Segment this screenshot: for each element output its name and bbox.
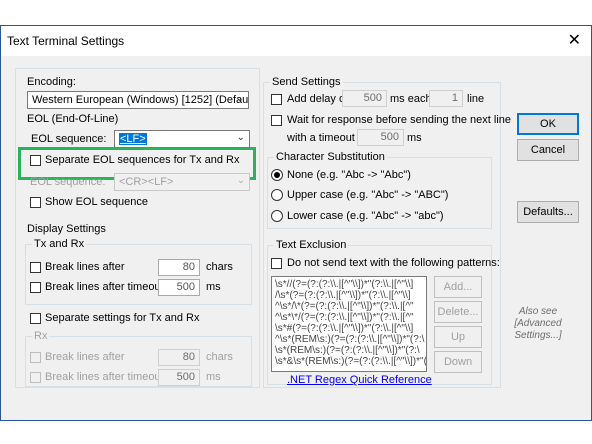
eol-sequence2-combo[interactable]: <CR><LF> ⌄	[114, 173, 250, 191]
separate-eol-checkbox[interactable]	[30, 155, 41, 166]
text-exclusion-label: Text Exclusion	[274, 239, 349, 251]
settings-dialog: Text Terminal Settings ✕ Encoding: Weste…	[0, 25, 592, 421]
show-eol-checkbox[interactable]	[30, 197, 41, 208]
eol-sequence-value: <LF>	[119, 133, 147, 145]
break-timeout-label: Break lines after timeout of	[45, 281, 176, 293]
chars-label: chars	[206, 261, 233, 273]
break-after-label: Break lines after	[45, 261, 125, 273]
show-eol-label: Show EOL sequence	[45, 196, 148, 208]
timeout-label: with a timeout of	[287, 132, 368, 144]
break-timeout-checkbox[interactable]	[30, 282, 41, 293]
cancel-button[interactable]: Cancel	[517, 139, 579, 161]
ms-label: ms	[206, 281, 221, 293]
advanced-settings-note: Also see [Advanced Settings...]	[503, 306, 573, 342]
defaults-button[interactable]: Defaults...	[517, 201, 579, 223]
txrx-label: Tx and Rx	[32, 238, 87, 250]
timeout-input[interactable]: 500	[357, 129, 404, 146]
window-title: Text Terminal Settings	[7, 34, 125, 48]
rx-break-after-input[interactable]: 80	[158, 349, 200, 366]
exclusion-checkbox[interactable]	[271, 258, 282, 269]
up-button[interactable]: Up	[434, 326, 482, 348]
title-bar: Text Terminal Settings ✕	[1, 26, 591, 56]
encoding-label: Encoding:	[27, 76, 76, 88]
encoding-combo[interactable]: Western European (Windows) [1252] (Defau…	[27, 91, 249, 109]
rx-ms-label: ms	[206, 371, 221, 383]
break-after-input[interactable]: 80	[158, 259, 200, 276]
pattern-line: ^\s*\*/(?=(?:(?:\\.|[^"\\])*"(?:\\.|[^"	[275, 312, 414, 323]
add-button[interactable]: Add...	[434, 276, 482, 298]
regex-reference-link[interactable]: .NET Regex Quick Reference	[287, 374, 432, 386]
rx-break-after-checkbox[interactable]	[30, 352, 41, 363]
close-icon[interactable]: ✕	[568, 30, 581, 50]
delay-input[interactable]: 500	[342, 90, 387, 107]
pattern-line: \s*(REM\s:)(?=(?:(?:\\.|[^"\\])*"(?:\	[275, 345, 420, 356]
delete-button[interactable]: Delete...	[434, 301, 482, 323]
pattern-line: /\s*(?=(?:(?:\\.|[^"\\])*"(?:\\.|[^"\\]	[275, 290, 411, 301]
separate-eol-label: Separate EOL sequences for Tx and Rx	[45, 154, 240, 166]
eol-sequence-label: EOL sequence:	[31, 133, 107, 145]
rx-chars-label: chars	[206, 351, 233, 363]
chevron-down-icon: ⌄	[236, 175, 245, 186]
note-line: [Advanced	[514, 318, 562, 329]
send-settings-label: Send Settings	[270, 76, 343, 88]
display-settings-label: Display Settings	[27, 223, 106, 235]
upper-radio[interactable]	[271, 189, 283, 201]
chevron-down-icon: ⌄	[235, 93, 244, 104]
pattern-line: \s*#(?=(?:(?:\\.|[^"\\])*"(?:\\.|[^"\\]	[275, 323, 414, 334]
patterns-textarea[interactable]: \s*//(?=(?:(?:\\.|[^"\\])*"(?:\\.|[^"\\]…	[271, 276, 427, 372]
chevron-down-icon: ⌄	[236, 132, 245, 143]
lower-label: Lower case (e.g. "Abc" -> "abc")	[287, 210, 444, 222]
line-label: line	[467, 93, 485, 105]
ok-button[interactable]: OK	[517, 113, 579, 135]
note-line: Also see	[518, 306, 558, 317]
timeout-ms-label: ms	[407, 132, 422, 144]
break-after-checkbox[interactable]	[30, 262, 41, 273]
separate-settings-label: Separate settings for Tx and Rx	[45, 312, 200, 324]
eol-sequence2-value: <CR><LF>	[119, 176, 174, 188]
ms-each-label: ms each	[390, 93, 432, 105]
wait-response-checkbox[interactable]	[271, 115, 282, 126]
pattern-line: ^\s*(REM\s:)(?=(?:(?:\\.|[^"\\])*"(?:\	[275, 334, 425, 345]
note-line: Settings...]	[514, 330, 562, 341]
none-radio[interactable]	[271, 169, 283, 181]
down-button[interactable]: Down	[434, 351, 482, 373]
add-delay-checkbox[interactable]	[271, 94, 282, 105]
char-subst-label: Character Substitution	[274, 151, 387, 163]
pattern-line: \s*&\s*(REM\s:)(?=(?:(?:\\.|[^"\\])*"(?	[275, 356, 427, 367]
rx-break-after-label: Break lines after	[45, 351, 125, 363]
rx-break-timeout-label: Break lines after timeout of	[45, 371, 176, 383]
eol-sequence2-label: EOL sequence:	[30, 176, 106, 188]
pattern-line: \s*//(?=(?:(?:\\.|[^"\\])*"(?:\\.|[^"\\]	[275, 279, 414, 290]
separate-settings-checkbox[interactable]	[30, 313, 41, 324]
txrx-group: Tx and Rx	[25, 238, 252, 305]
add-delay-label: Add delay of	[287, 93, 349, 105]
break-timeout-input[interactable]: 500	[158, 279, 200, 296]
upper-label: Upper case (e.g. "Abc" -> "ABC")	[287, 189, 449, 201]
rx-break-timeout-input[interactable]: 500	[158, 369, 200, 386]
lower-radio[interactable]	[271, 210, 283, 222]
none-label: None (e.g. "Abc -> "Abc")	[287, 169, 411, 181]
each-input[interactable]: 1	[429, 90, 463, 107]
encoding-value: Western European (Windows) [1252] (Defau…	[32, 94, 249, 106]
rx-break-timeout-checkbox[interactable]	[30, 372, 41, 383]
pattern-line: ^\s*/\*(?=(?:(?:\\.|[^"\\])*"(?:\\.|[^"	[275, 301, 414, 312]
wait-response-label: Wait for response before sending the nex…	[287, 114, 512, 126]
exclusion-check-label: Do not send text with the following patt…	[287, 257, 500, 269]
eol-sequence-combo[interactable]: <LF> ⌄	[114, 130, 250, 148]
eol-group-label: EOL (End-Of-Line)	[27, 113, 119, 125]
rx-label: Rx	[32, 330, 50, 342]
